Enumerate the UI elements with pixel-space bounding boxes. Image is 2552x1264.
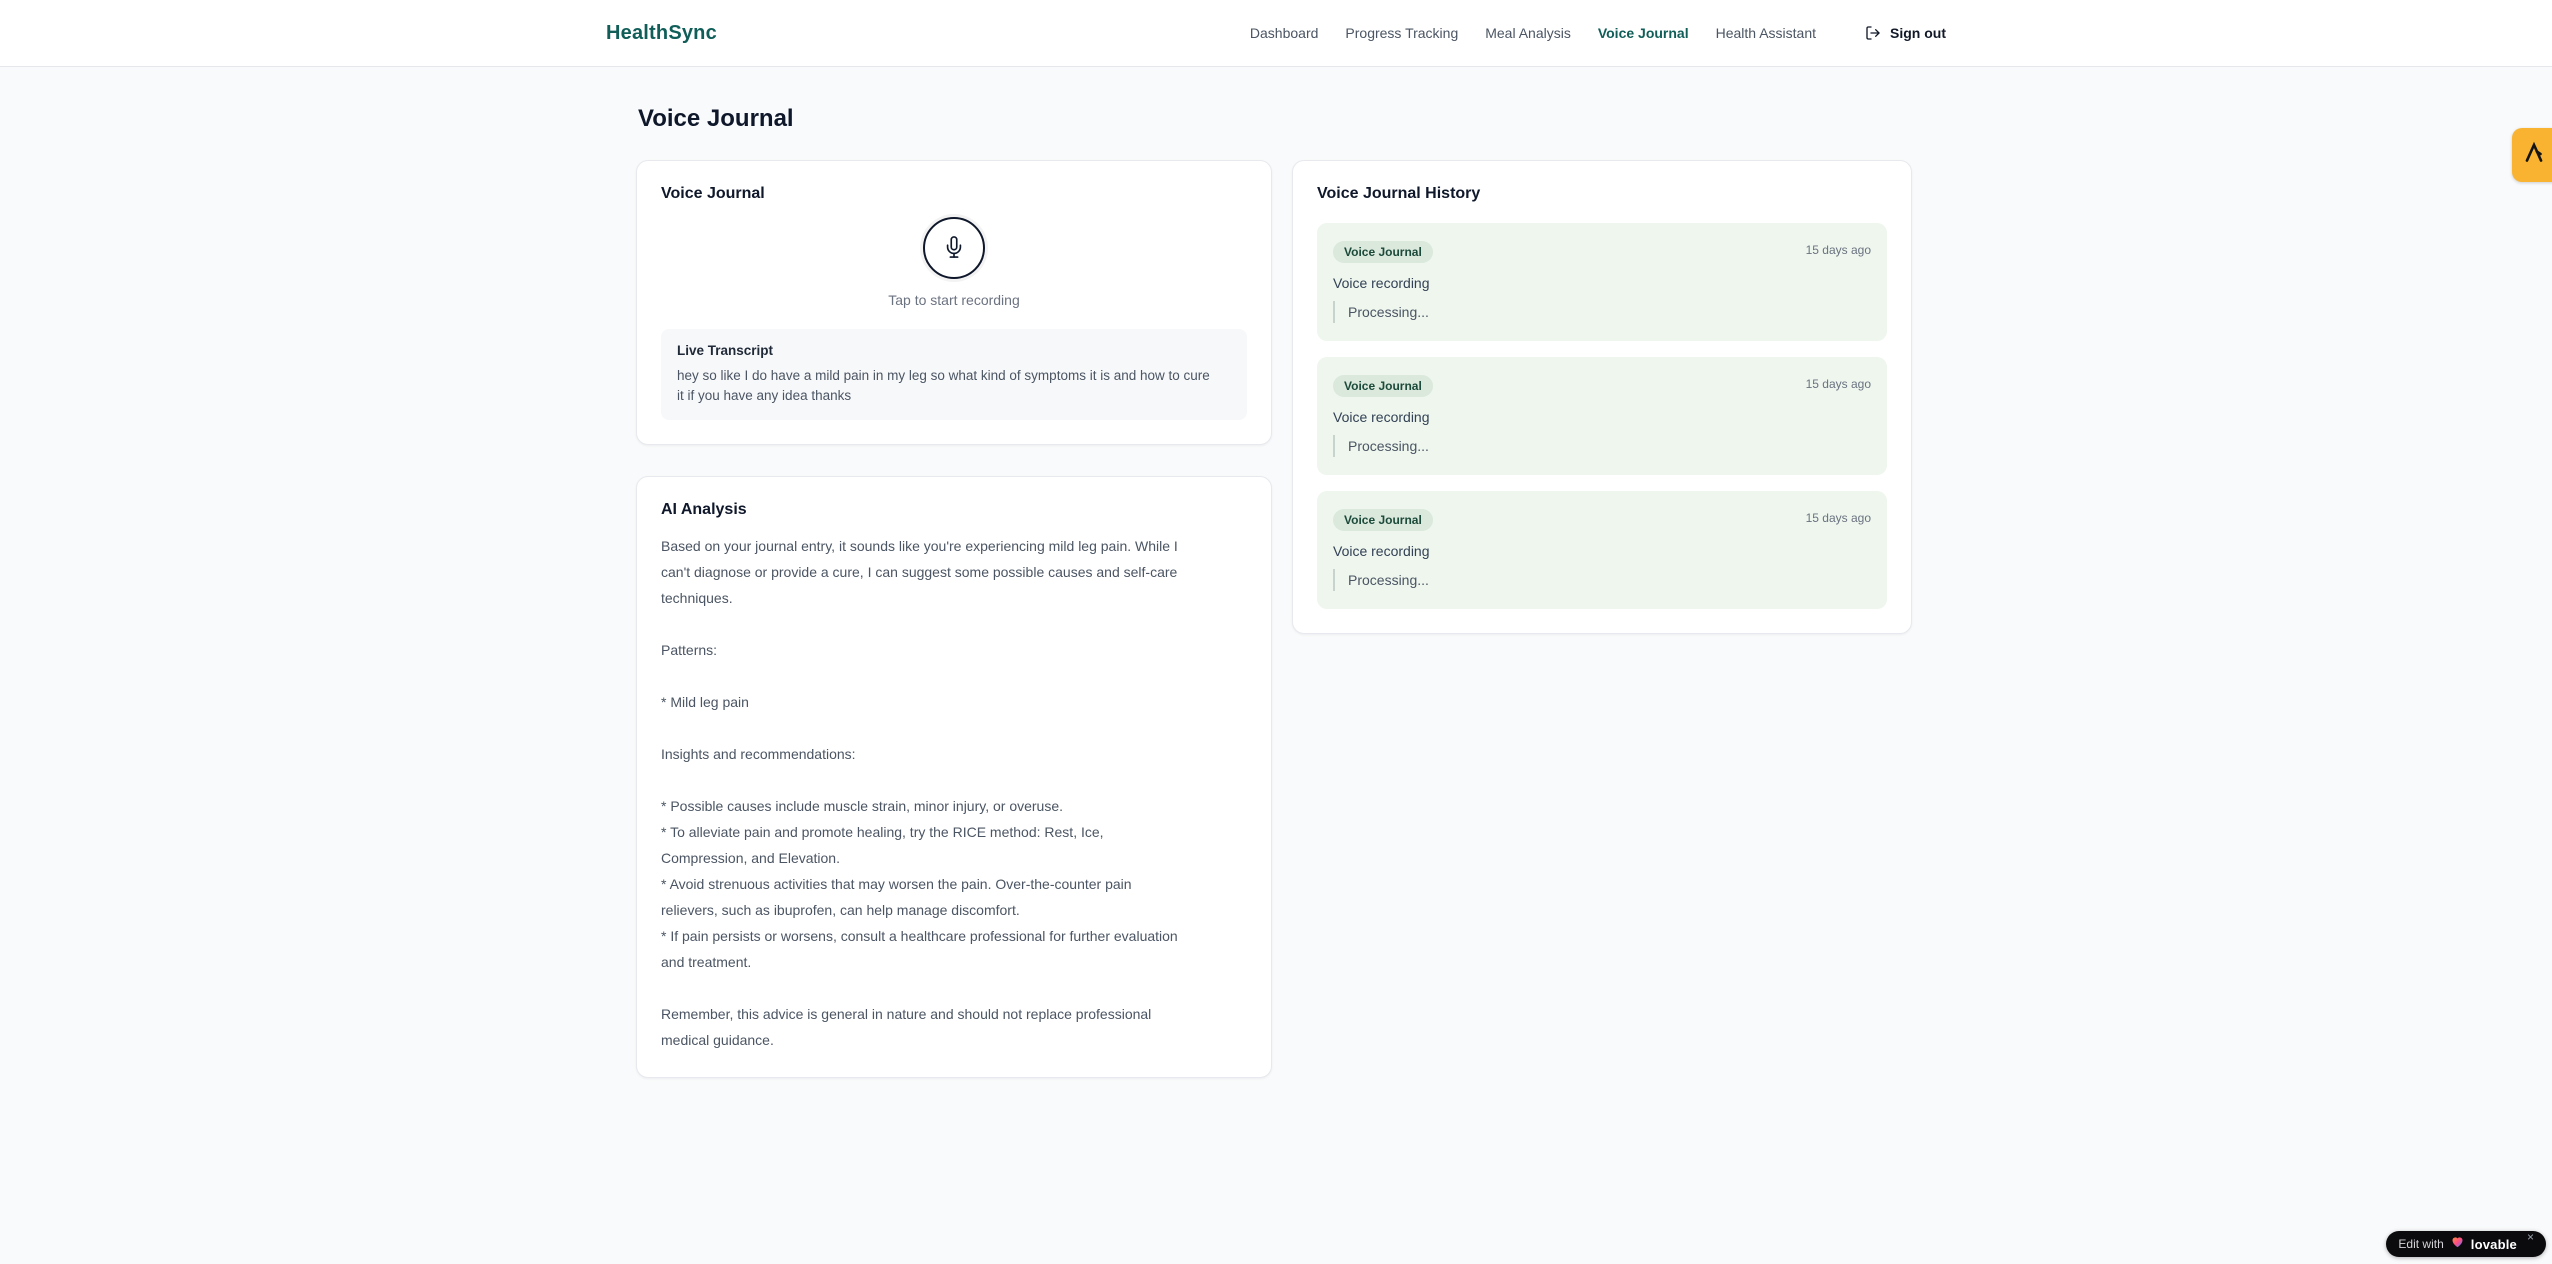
history-card-title: Voice Journal History [1317,185,1481,202]
microphone-icon [943,235,965,261]
history-entry[interactable]: Voice Journal 15 days ago Voice recordin… [1317,491,1887,609]
top-navigation-bar: HealthSync Dashboard Progress Tracking M… [0,0,2552,67]
main-nav: Dashboard Progress Tracking Meal Analysi… [1250,25,1946,41]
entry-title: Voice recording [1333,275,1430,291]
record-button[interactable] [923,217,985,279]
tap-to-record-hint: Tap to start recording [888,292,1020,308]
recorder-card-title: Voice Journal [661,185,765,202]
live-transcript-label: Live Transcript [677,343,774,358]
sign-out-label: Sign out [1890,25,1946,41]
entry-timestamp: 15 days ago [1805,243,1871,257]
ai-analysis-text: Based on your journal entry, it sounds l… [661,538,1178,1048]
right-column: Voice Journal History Voice Journal 15 d… [1292,160,1912,634]
live-transcript-box: Live Transcript hey so like I do have a … [661,329,1247,420]
entry-title: Voice recording [1333,409,1430,425]
lovable-heart-icon [2450,1234,2465,1254]
nav-item-dashboard[interactable]: Dashboard [1250,25,1319,41]
entry-timestamp: 15 days ago [1805,511,1871,525]
badge-close-icon[interactable]: × [2527,1230,2534,1244]
entry-status: Processing... [1333,301,1871,323]
edge-tool-tab[interactable] [2512,128,2552,182]
entry-status: Processing... [1333,569,1871,591]
app-logo[interactable]: HealthSync [606,22,717,45]
page-title: Voice Journal [638,105,794,132]
entry-category-badge: Voice Journal [1333,241,1433,263]
nav-item-voice-journal[interactable]: Voice Journal [1598,25,1689,41]
a-logo-icon [2512,140,2547,171]
entry-category-badge: Voice Journal [1333,375,1433,397]
history-list: Voice Journal 15 days ago Voice recordin… [1317,223,1887,609]
nav-item-progress-tracking[interactable]: Progress Tracking [1345,25,1458,41]
entry-category-badge: Voice Journal [1333,509,1433,531]
entry-title: Voice recording [1333,543,1430,559]
left-column: Voice Journal Tap to start recording Liv… [636,160,1272,1078]
voice-journal-history-card: Voice Journal History Voice Journal 15 d… [1292,160,1912,634]
nav-item-health-assistant[interactable]: Health Assistant [1716,25,1816,41]
history-entry[interactable]: Voice Journal 15 days ago Voice recordin… [1317,357,1887,475]
entry-status: Processing... [1333,435,1871,457]
ai-analysis-card: AI Analysis Based on your journal entry,… [636,476,1272,1078]
sign-out-button[interactable]: Sign out [1865,25,1946,41]
main-content: Voice Journal Voice Journal Tap to start… [636,67,1916,1078]
nav-item-meal-analysis[interactable]: Meal Analysis [1485,25,1571,41]
edit-with-label: Edit with [2398,1237,2444,1251]
voice-recorder-card: Voice Journal Tap to start recording Liv… [636,160,1272,445]
live-transcript-text: hey so like I do have a mild pain in my … [677,368,1210,403]
entry-timestamp: 15 days ago [1805,377,1871,391]
edit-with-lovable-badge[interactable]: Edit with lovable × [2386,1230,2546,1257]
history-entry[interactable]: Voice Journal 15 days ago Voice recordin… [1317,223,1887,341]
lovable-label: lovable [2470,1236,2517,1252]
log-out-icon [1865,25,1881,41]
ai-analysis-title: AI Analysis [661,501,747,518]
